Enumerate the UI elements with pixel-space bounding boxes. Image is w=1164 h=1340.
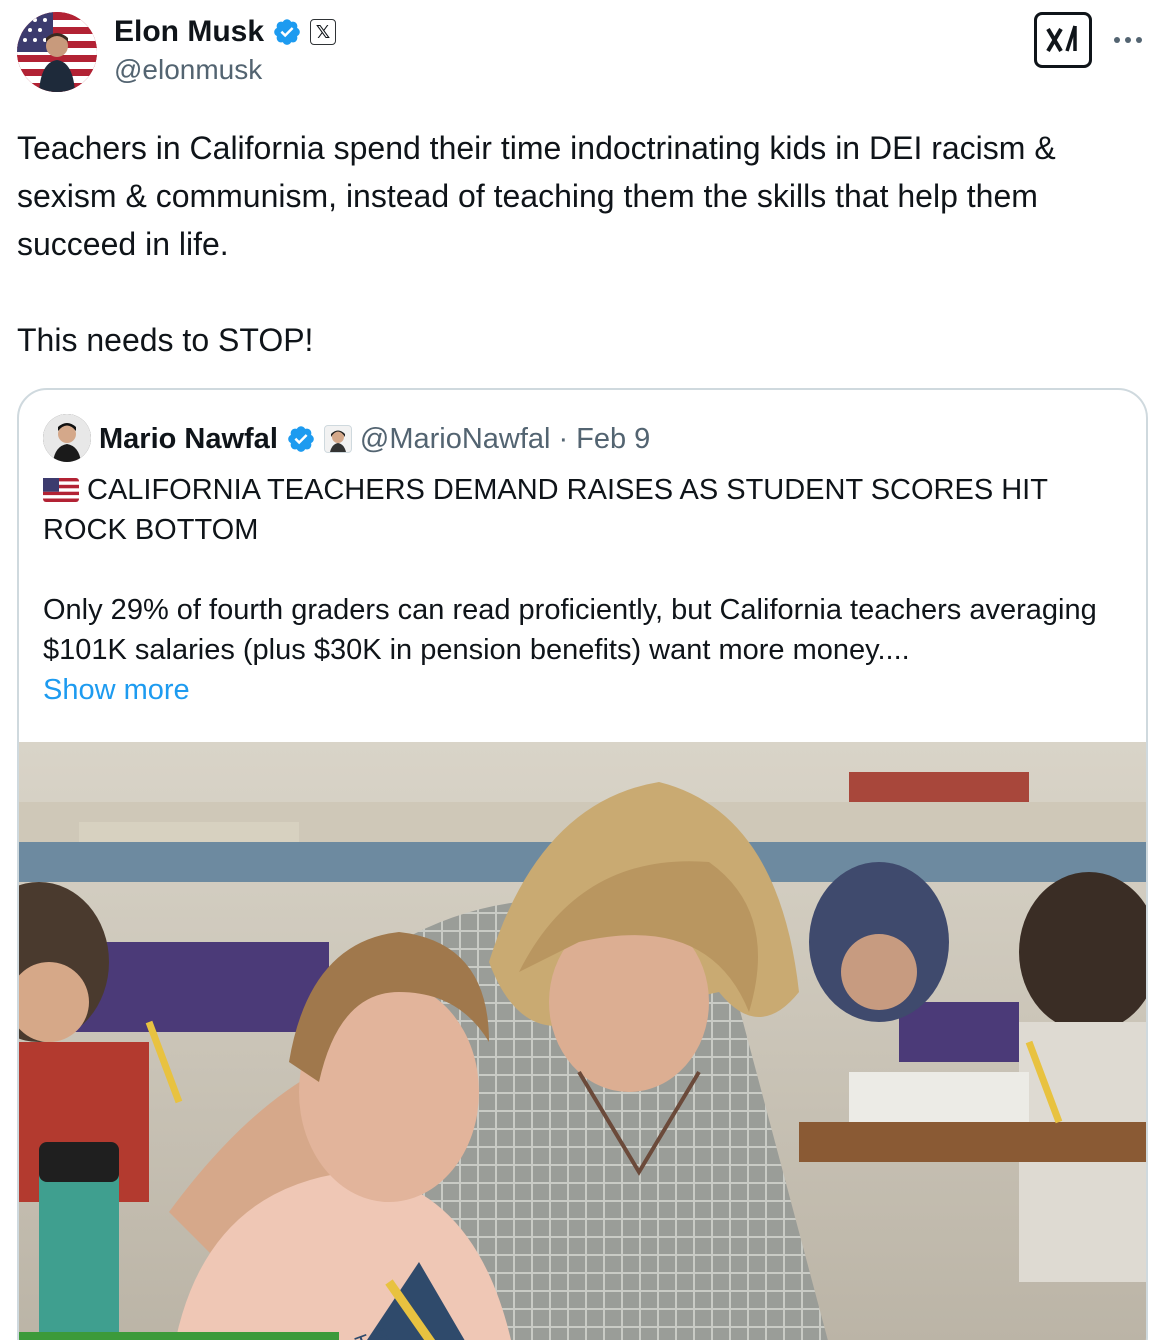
quoted-author-name[interactable]: Mario Nawfal	[99, 423, 278, 456]
quoted-headline: CALIFORNIA TEACHERS DEMAND RAISES AS STU…	[43, 470, 1123, 550]
tweet-paragraph: Teachers in California spend their time …	[17, 130, 1056, 262]
author-name[interactable]: Elon Musk	[114, 15, 264, 49]
quoted-author-row: Mario Nawfal @MarioNawfal · Feb 9	[99, 420, 650, 458]
author-row: Elon Musk 𝕏	[114, 14, 337, 50]
more-icon	[1114, 37, 1142, 43]
separator: ·	[558, 422, 569, 455]
grok-icon	[1046, 25, 1077, 53]
quoted-tweet-photo[interactable]: E T S	[19, 742, 1146, 1340]
author-avatar[interactable]	[17, 12, 97, 92]
tweet-paragraph: This needs to STOP!	[17, 322, 314, 358]
tweet-text: Teachers in California spend their time …	[17, 124, 1147, 364]
author-handle[interactable]: @elonmusk	[114, 54, 262, 86]
quoted-headline-text: CALIFORNIA TEACHERS DEMAND RAISES AS STU…	[43, 474, 1048, 546]
tweet: Elon Musk 𝕏 @elonmusk Teachers in Califo…	[0, 0, 1164, 1340]
quoted-body: Only 29% of fourth graders can read prof…	[43, 594, 1097, 666]
quoted-author-avatar[interactable]	[43, 414, 91, 462]
quoted-author-handle[interactable]: @MarioNawfal	[360, 423, 551, 456]
show-more-link[interactable]: Show more	[43, 670, 1123, 710]
grok-button[interactable]	[1034, 12, 1092, 68]
verified-badge-icon	[274, 19, 300, 45]
affiliation-badge-icon	[323, 425, 352, 453]
more-button[interactable]	[1108, 22, 1148, 58]
us-flag-icon	[43, 478, 79, 502]
quoted-tweet-text: CALIFORNIA TEACHERS DEMAND RAISES AS STU…	[43, 470, 1123, 710]
verified-badge-icon	[288, 426, 314, 452]
quoted-tweet-card[interactable]: Mario Nawfal @MarioNawfal · Feb 9 CALIFO…	[17, 388, 1148, 1340]
affiliation-badge-icon: 𝕏	[310, 19, 337, 45]
quoted-tweet-date[interactable]: Feb 9	[576, 423, 650, 456]
